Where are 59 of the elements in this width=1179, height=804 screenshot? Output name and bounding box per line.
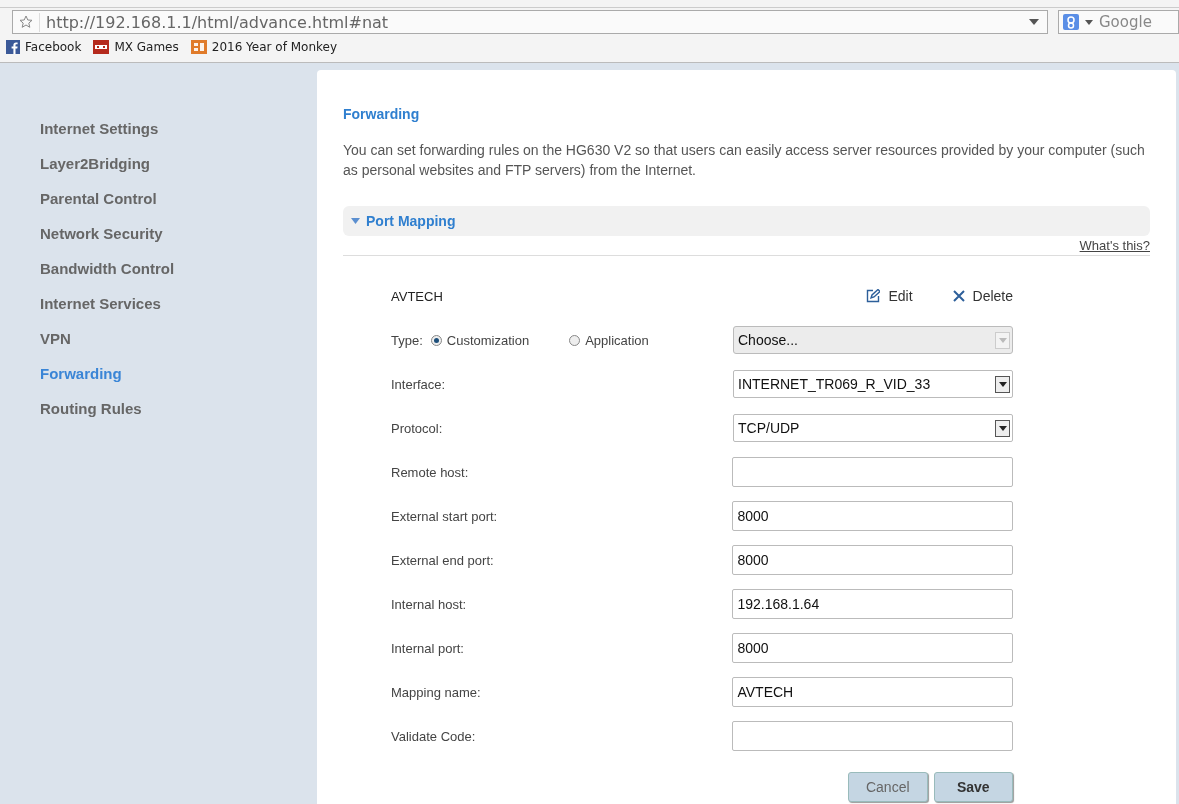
- select-value: INTERNET_TR069_R_VID_33: [738, 376, 931, 392]
- field-label: Mapping name:: [391, 684, 482, 700]
- caret-icon: [998, 381, 1007, 387]
- field-label: Remote host:: [391, 464, 470, 480]
- sidebar-item[interactable]: Internet Settings: [0, 111, 317, 146]
- page-title: Forwarding: [343, 106, 421, 122]
- sidebar-item[interactable]: Internet Services: [0, 286, 317, 321]
- field-label: Validate Code:: [391, 728, 477, 744]
- field-label: External end port:: [391, 552, 495, 568]
- close-icon: [952, 290, 965, 302]
- input-field[interactable]: [732, 457, 1013, 487]
- field-label: Internal host:: [391, 596, 468, 612]
- section-title: Port Mapping: [366, 213, 456, 229]
- caret-icon: [1085, 19, 1093, 25]
- f-logo-icon: [6, 40, 20, 54]
- address-bar[interactable]: http://192.168.1.1/html/advance.html#nat: [12, 10, 1048, 34]
- save-button[interactable]: Save: [933, 772, 1013, 802]
- bookmark-link[interactable]: Facebook: [6, 40, 82, 54]
- delete-button[interactable]: Delete: [952, 288, 1013, 304]
- input-field[interactable]: AVTECH: [732, 677, 1013, 707]
- field-label: Internal port:: [391, 640, 465, 656]
- star-icon: [19, 15, 33, 29]
- input-field[interactable]: 8000: [732, 501, 1013, 531]
- caret-icon: [998, 337, 1007, 343]
- caret-icon: [351, 218, 360, 224]
- input-field[interactable]: [732, 721, 1013, 751]
- radio-option[interactable]: Customization: [430, 332, 530, 348]
- radio-option[interactable]: Application: [569, 332, 649, 348]
- search-placeholder: Google: [1099, 13, 1152, 31]
- sidebar-item[interactable]: Parental Control: [0, 181, 317, 216]
- bookmark-link[interactable]: 2016 Year of Monkey: [190, 40, 338, 54]
- select-value: TCP/UDP: [738, 420, 800, 436]
- select-field[interactable]: INTERNET_TR069_R_VID_33: [733, 370, 1013, 398]
- sidebar-item[interactable]: Routing Rules: [0, 391, 317, 426]
- input-field[interactable]: 192.168.1.64: [732, 589, 1013, 619]
- pencil-icon: [866, 289, 881, 303]
- select-field[interactable]: TCP/UDP: [733, 414, 1013, 442]
- field-label: External start port:: [391, 508, 499, 524]
- caret-icon: [998, 425, 1007, 431]
- section-header[interactable]: Port Mapping: [343, 206, 1150, 236]
- edit-button[interactable]: Edit: [866, 288, 913, 304]
- input-field[interactable]: 8000: [732, 545, 1013, 575]
- help-link[interactable]: What's this?: [1079, 238, 1150, 253]
- bookmark-link[interactable]: MX Games: [93, 40, 179, 54]
- url-text: http://192.168.1.1/html/advance.html#nat: [39, 12, 1021, 32]
- sidebar-item[interactable]: Layer2Bridging: [0, 146, 317, 181]
- sidebar-item[interactable]: Bandwidth Control: [0, 251, 317, 286]
- sidebar-item[interactable]: VPN: [0, 321, 317, 356]
- input-field[interactable]: 8000: [732, 633, 1013, 663]
- sidebar-item[interactable]: Network Security: [0, 216, 317, 251]
- rule-name: AVTECH: [391, 288, 444, 304]
- description-text: You can set forwarding rules on the HG630 V2 so that users can easily access server resources provided by your computer (such as personal websites and FTP servers) from the Internet.: [343, 141, 1146, 180]
- select-value: Choose...: [738, 332, 798, 348]
- cancel-button[interactable]: Cancel: [848, 772, 928, 802]
- field-label: Type:: [391, 332, 423, 348]
- dropdown-arrow-icon: [1029, 19, 1039, 25]
- field-label: Interface:: [391, 376, 447, 392]
- g-logo-icon: [1063, 14, 1079, 30]
- field-label: Protocol:: [391, 420, 444, 436]
